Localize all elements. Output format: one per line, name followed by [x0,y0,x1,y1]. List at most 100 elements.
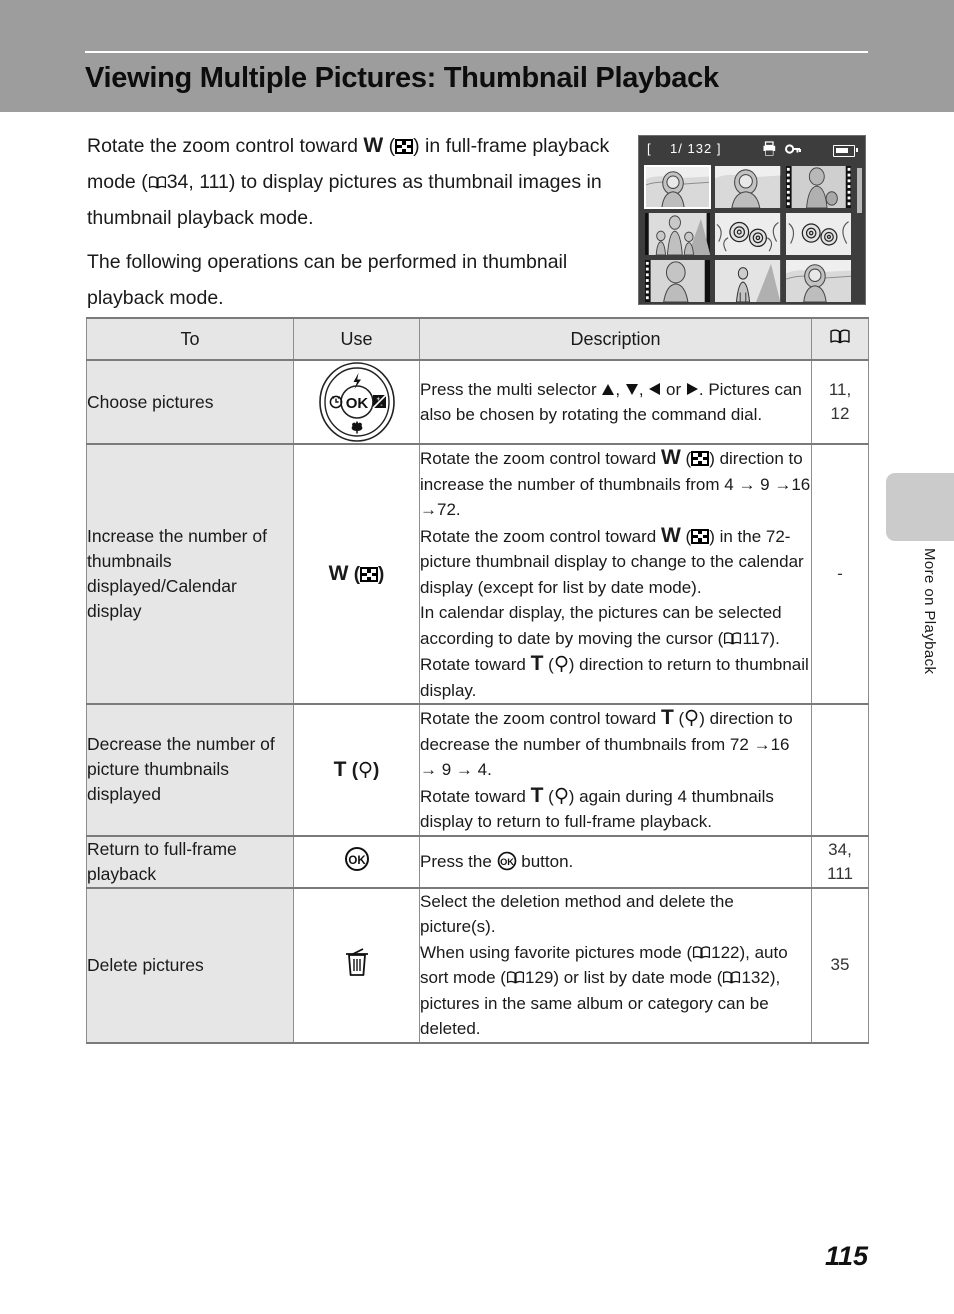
zoom-t-label: T [530,783,544,807]
side-tab-label: More on Playback [921,548,938,675]
desc-text: Rotate toward [420,655,531,674]
table-row: Delete pictures Select the deletion meth… [86,886,869,1044]
desc-text: When using favorite pictures mode ( [420,942,693,962]
intro-paragraph-1: Rotate the zoom control toward W () in f… [87,134,610,229]
row-use-cell: OK [293,834,420,889]
row-page-reference [811,703,869,837]
desc-text: 9 [755,474,775,494]
ok-button-icon: OK [344,846,369,871]
thumbnail-checkerboard-icon [360,567,379,582]
page-title: Viewing Multiple Pictures: Thumbnail Pla… [85,62,719,94]
zoom-w-label: W [363,134,384,157]
desc-text: Rotate the zoom control toward [420,526,661,546]
thumbnail-cell[interactable] [785,213,851,255]
row-to-label: Increase the number of thumbnails displa… [86,443,294,705]
book-icon [693,945,711,958]
arrow-down-icon [625,383,638,395]
magnifier-icon [555,655,568,672]
book-icon [830,329,850,344]
book-icon [148,176,166,189]
desc-text: 72. [437,500,461,519]
row-description: Press the multi selector , , or . Pictur… [419,359,812,445]
zoom-w-label: W [660,523,681,547]
table-row: Decrease the number of picture thumbnail… [86,703,869,837]
column-header-to: To [86,317,294,361]
book-icon [723,971,741,984]
row-to-label: Delete pictures [86,886,294,1044]
row-use-cell: OK + - [293,359,420,445]
thumbnail-cell[interactable] [715,260,781,302]
lcd-thumbnail-grid [643,165,851,302]
arrow-up-icon [602,383,615,395]
thumbnail-cell[interactable] [643,165,712,209]
zoom-w-label: W [660,446,681,469]
zoom-w-label: W [328,562,349,585]
row-description: Rotate the zoom control toward W () dire… [419,443,812,705]
row-use-cell [293,886,420,1044]
thumbnail-checkerboard-icon [691,528,710,544]
row-to-label: Decrease the number of picture thumbnail… [86,703,294,837]
desc-text: 129) or list by date mode ( [524,968,723,987]
desc-text: Press the [420,851,497,871]
desc-text: 117). [742,628,780,648]
page-ref-text: 34, 111 [827,839,853,883]
zoom-t-label: T [660,706,674,729]
column-header-description: Description [419,317,812,361]
row-description: Select the deletion method and delete th… [419,886,812,1044]
arrow-right-icon [686,382,698,395]
column-header-reference [811,317,869,361]
side-tab-marker [886,473,954,541]
magnifier-icon [555,787,568,804]
desc-text: or [661,379,686,399]
trash-delete-icon [345,948,368,976]
ok-button-icon: OK [497,851,516,871]
thumbnail-cell[interactable] [715,166,781,208]
row-page-reference: 11, 12 [811,359,869,445]
lcd-status-bar: [ 1/ 132 ] [639,136,865,163]
thumbnail-cell[interactable] [645,260,711,302]
page-number: 115 [824,1241,868,1271]
desc-text: Rotate toward [420,786,531,806]
row-to-label: Return to full-frame playback [86,834,294,889]
svg-text:OK: OK [500,857,514,867]
svg-text:OK: OK [345,395,368,412]
table-header-row: To Use Description [86,317,869,361]
thumbnail-checkerboard-icon [691,451,710,466]
lcd-scrollbar[interactable] [857,168,862,213]
table-row: Return to full-frame playback OK Press t… [86,834,869,889]
camera-lcd-illustration: [ 1/ 132 ] [638,135,866,305]
intro-text-1: Rotate the zoom control toward [87,135,364,157]
svg-text:OK: OK [348,855,366,867]
print-icon [763,141,776,156]
thumbnail-cell[interactable] [785,260,851,302]
desc-text: Select the deletion method and delete th… [420,891,734,937]
thumbnail-cell[interactable] [645,213,711,255]
row-use-cell: T () [293,703,420,837]
desc-text: 4. [472,760,492,779]
header-rule [85,51,868,53]
row-page-reference: 34, 111 [811,834,869,889]
thumbnail-cell[interactable] [785,166,851,208]
row-page-reference: 35 [811,886,869,1044]
intro-page-refs: 34, 111 [166,171,229,193]
desc-text: Rotate the zoom control toward [420,449,661,468]
magnifier-icon [685,709,698,726]
arrow-left-icon [649,382,661,395]
battery-icon [833,145,858,157]
header-band: Viewing Multiple Pictures: Thumbnail Pla… [0,0,954,112]
svg-text:-: - [380,403,382,409]
multi-selector-dial-icon: OK +- [318,362,395,442]
key-protect-icon [785,144,801,154]
row-to-label: Choose pictures [86,359,294,445]
book-icon [506,971,525,984]
row-use-cell: W () [293,443,420,705]
row-description: Rotate the zoom control toward T () dire… [419,703,812,837]
zoom-t-label: T [333,757,347,781]
desc-text: Rotate the zoom control toward [420,709,661,728]
magnifier-icon [359,761,372,778]
book-icon [724,631,742,644]
thumbnail-cell[interactable] [715,213,781,255]
zoom-t-label: T [530,652,544,675]
table-row: Increase the number of thumbnails displa… [86,443,869,705]
desc-text: 9 [437,760,456,779]
